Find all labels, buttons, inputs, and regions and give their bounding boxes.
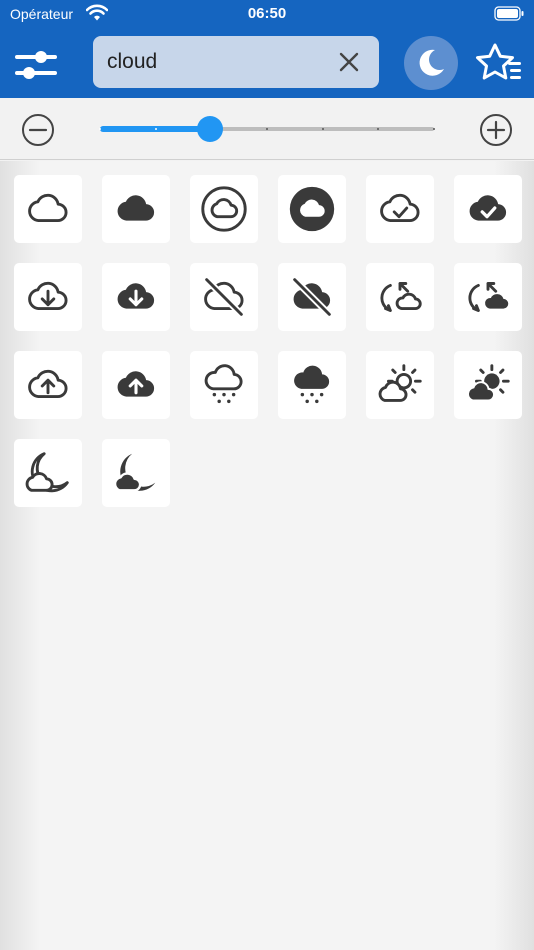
icon-tile[interactable] [190, 175, 258, 243]
icon-tile[interactable] [454, 263, 522, 331]
weather-partly-cloudy-night-filled-icon [113, 453, 156, 492]
cloud-circle-filled-icon [289, 186, 335, 232]
icon-tile[interactable] [14, 439, 82, 507]
icon-tile[interactable] [278, 175, 346, 243]
app-header: Opérateur 06:50 [0, 0, 534, 98]
zoom-out-button[interactable] [20, 112, 56, 148]
cloud-upload-icon [28, 369, 68, 399]
cloud-download-filled-icon [117, 283, 155, 309]
cloud-off-filled-icon [292, 277, 332, 317]
slider-tick [266, 128, 268, 130]
icon-tile[interactable] [14, 263, 82, 331]
close-icon [339, 52, 359, 72]
icon-tile[interactable] [102, 351, 170, 419]
icon-tile[interactable] [190, 263, 258, 331]
cloud-done-filled-icon [469, 195, 507, 221]
star-list-icon [476, 43, 521, 80]
minus-circle-icon [22, 114, 54, 146]
icon-tile[interactable] [366, 263, 434, 331]
zoom-bar [0, 98, 534, 160]
slider-thumb[interactable] [197, 116, 224, 142]
icon-tile[interactable] [366, 175, 434, 243]
weather-partly-cloudy-day-filled-icon [467, 364, 510, 402]
weather-snow-filled-icon [294, 365, 330, 404]
icon-size-slider[interactable] [99, 116, 435, 142]
battery-icon [494, 6, 524, 21]
cloud-circle-icon [201, 186, 247, 232]
plus-circle-icon [480, 114, 512, 146]
slider-tick [321, 128, 324, 130]
icon-tile[interactable] [190, 351, 258, 419]
icon-tile[interactable] [454, 351, 522, 419]
weather-partly-cloudy-day-icon [378, 364, 422, 402]
icon-grid [0, 161, 534, 950]
cloud-icon [28, 193, 68, 223]
slider-tick [433, 128, 435, 130]
icon-tile[interactable] [102, 175, 170, 243]
icon-tile[interactable] [278, 351, 346, 419]
search-input[interactable] [107, 48, 327, 76]
filter-settings-button[interactable] [12, 42, 60, 86]
icon-tile[interactable] [454, 175, 522, 243]
icon-tile[interactable] [366, 351, 434, 419]
cloud-sync-icon [380, 282, 422, 312]
icon-tile[interactable] [102, 263, 170, 331]
status-bar: Opérateur 06:50 [0, 0, 534, 28]
sliders-icon [15, 51, 57, 79]
slider-tick [154, 128, 157, 130]
cloud-filled-icon [117, 195, 155, 221]
icon-tile[interactable] [14, 175, 82, 243]
cloud-sync-filled-icon [468, 282, 509, 312]
status-time: 06:50 [247, 5, 287, 22]
search-box [93, 36, 379, 88]
cloud-upload-filled-icon [117, 371, 155, 397]
weather-partly-cloudy-night-icon [25, 452, 69, 493]
icon-tile[interactable] [14, 351, 82, 419]
moon-icon [419, 49, 444, 76]
icon-tile[interactable] [278, 263, 346, 331]
cloud-download-icon [28, 281, 68, 311]
icon-tile[interactable] [102, 439, 170, 507]
cloud-off-icon [204, 277, 244, 317]
favorites-button[interactable] [474, 40, 524, 86]
clear-search-button[interactable] [337, 50, 361, 74]
weather-snow-icon [204, 364, 243, 404]
zoom-in-button[interactable] [478, 112, 514, 148]
toolbar [0, 30, 534, 98]
dark-mode-toggle[interactable] [404, 36, 458, 90]
cloud-done-icon [380, 193, 420, 223]
slider-tick [99, 128, 101, 130]
